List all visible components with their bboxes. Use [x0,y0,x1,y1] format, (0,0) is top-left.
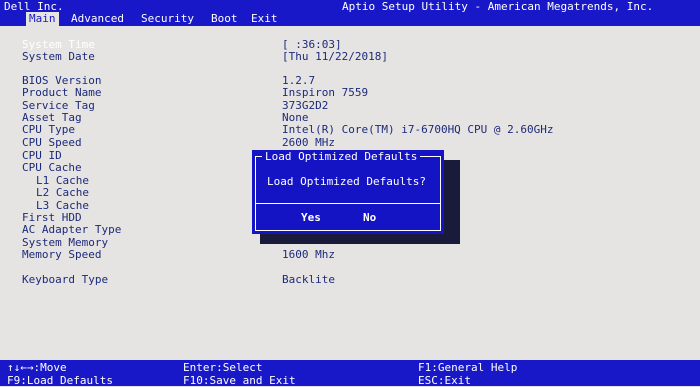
cpu-cache-label: CPU Cache [22,161,82,174]
select-hint: Enter:Select [183,361,263,374]
keyboard-type-label: Keyboard Type [22,273,109,286]
exit-hint: ESC:Exit [418,374,471,387]
dialog-title: Load Optimized Defaults [262,150,421,164]
save-exit-hint: F10:Save and Exit [183,374,296,387]
keyboard-type-value[interactable]: Backlite [282,274,335,286]
cpu-speed-label: CPU Speed [22,136,82,149]
load-defaults-hint: F9:Load Defaults [7,374,113,387]
dialog-frame [255,156,441,231]
tab-boot[interactable]: Boot [208,12,241,26]
system-date-value[interactable]: [Thu 11/22/2018] [282,51,388,63]
ac-adapter-type-label: AC Adapter Type [22,223,122,236]
dialog-divider [255,203,441,204]
product-name-label: Product Name [22,86,102,99]
cpu-type-label: CPU Type [22,123,75,136]
system-date-label: System Date [22,50,95,63]
yes-button[interactable]: Yes [300,211,322,224]
no-button[interactable]: No [362,211,377,224]
cpu-speed-value: 2600 MHz [282,136,335,149]
app-title: Aptio Setup Utility - American Megatrend… [342,0,654,13]
footer-help-bar: ↑↓←→:Move F9:Load Defaults Enter:Select … [0,360,700,387]
tab-exit[interactable]: Exit [248,12,281,26]
tab-main[interactable]: Main [26,12,59,26]
product-name-value: Inspiron 7559 [282,86,369,99]
dialog-message: Load Optimized Defaults? [267,175,426,188]
memory-speed-value: 1600 Mhz [282,248,335,261]
memory-speed-label: Memory Speed [22,248,102,261]
tab-advanced[interactable]: Advanced [68,12,127,26]
tab-security[interactable]: Security [138,12,197,26]
title-bar: Dell Inc. Aptio Setup Utility - American… [0,0,700,26]
load-defaults-dialog: Load Optimized Defaults Load Optimized D… [252,150,444,234]
l2-cache-label: L2 Cache [36,186,89,199]
help-hint: F1:General Help [418,361,518,374]
move-hint: ↑↓←→:Move [7,361,67,374]
cpu-type-value: Intel(R) Core(TM) i7-6700HQ CPU @ 2.60GH… [282,123,554,136]
